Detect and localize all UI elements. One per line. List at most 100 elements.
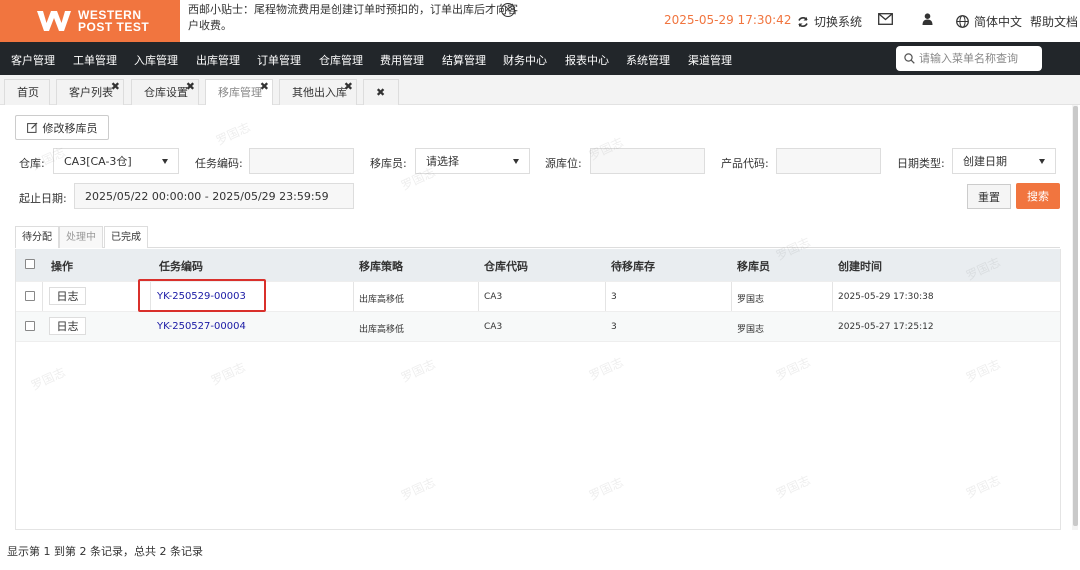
log-button[interactable]: 日志 (49, 287, 86, 305)
mover-value: 请选择 (426, 155, 459, 168)
nav-item[interactable]: 费用管理 (380, 52, 424, 68)
nav-item[interactable]: 仓库管理 (319, 52, 363, 68)
warehouse-select[interactable]: CA3[CA-3仓] (53, 148, 179, 174)
current-datetime: 2025-05-29 17:30:42 (664, 13, 792, 27)
status-tabs: 待分配 处理中 已完成 (15, 226, 1060, 248)
mover-label: 移库员: (370, 157, 407, 170)
close-icon[interactable]: ✖ (186, 74, 195, 100)
task-code-input[interactable] (249, 148, 354, 174)
close-all-tabs-icon[interactable]: ✖ (363, 79, 399, 105)
pending-cell: 3 (611, 292, 617, 302)
row-checkbox[interactable] (25, 321, 35, 331)
product-code-input[interactable] (776, 148, 881, 174)
warehouse-value: CA3[CA-3仓] (64, 155, 132, 168)
strategy-cell: 出库高移低 (359, 295, 405, 305)
caret-down-icon (1039, 159, 1045, 164)
highlight-box (138, 279, 266, 312)
nav-item[interactable]: 渠道管理 (688, 52, 732, 68)
product-code-label: 产品代码: (721, 157, 769, 170)
status-tab-processing[interactable]: 处理中 (59, 226, 103, 248)
col-header[interactable]: 仓库代码 (484, 258, 528, 274)
reset-button[interactable]: 重置 (967, 184, 1011, 209)
mover-select[interactable]: 请选择 (415, 148, 530, 174)
tab-other-inout[interactable]: 其他出入库 ✖ (279, 79, 357, 105)
watermark: 罗国志 (213, 119, 253, 148)
source-location-input[interactable] (590, 148, 705, 174)
date-type-label: 日期类型: (897, 157, 945, 170)
language-label: 简体中文 (974, 15, 1023, 29)
page-tabs: 首页 客户列表 ✖ 仓库设置 ✖ 移库管理 ✖ 其他出入库 ✖ ✖ (0, 75, 1080, 105)
tab-label: 移库管理 (218, 86, 262, 99)
row-checkbox[interactable] (25, 291, 35, 301)
date-range-input[interactable]: 2025/05/22 00:00:00 - 2025/05/29 23:59:5… (74, 183, 354, 209)
log-button[interactable]: 日志 (49, 317, 86, 335)
menu-search-input[interactable] (919, 52, 1039, 65)
logo-line2: POST TEST (78, 20, 150, 34)
search-button[interactable]: 搜索 (1016, 183, 1060, 209)
col-header: 操作 (51, 260, 73, 273)
mover-cell: 罗国志 (737, 295, 765, 305)
language-switch[interactable]: 简体中文 (956, 13, 1022, 30)
nav-item[interactable]: 订单管理 (257, 52, 301, 68)
nav-item[interactable]: 入库管理 (134, 52, 178, 68)
task-code-link[interactable]: YK-250527-00004 (157, 321, 246, 332)
app-header: WESTERN POST TEST 西邮小贴士：尾程物流费用是创建订单时预扣的，… (0, 0, 1080, 42)
nav-item[interactable]: 结算管理 (442, 52, 486, 68)
status-tab-completed[interactable]: 已完成 (104, 226, 148, 248)
nav-item[interactable]: 系统管理 (626, 52, 670, 68)
caret-down-icon (513, 159, 519, 164)
close-icon[interactable]: ✕ (501, 3, 515, 17)
switch-system-link[interactable]: 切换系统 (797, 13, 862, 30)
help-docs-label: 帮助文档 (1030, 15, 1079, 29)
pending-cell: 3 (611, 322, 617, 332)
tab-transfer-management[interactable]: 移库管理 ✖ (205, 79, 273, 105)
date-range-value: 2025/05/22 00:00:00 - 2025/05/29 23:59:5… (85, 189, 329, 203)
date-type-select[interactable]: 创建日期 (952, 148, 1056, 174)
tab-label: 客户列表 (69, 86, 113, 99)
pagination-summary: 显示第 1 到第 2 条记录，总共 2 条记录 (7, 545, 203, 558)
strategy-cell: 出库高移低 (359, 325, 405, 335)
tab-warehouse-settings[interactable]: 仓库设置 ✖ (131, 79, 199, 105)
col-header[interactable]: 移库策略 (359, 258, 403, 274)
table-row[interactable]: 日志 YK-250527-00004 出库高移低 CA3 3 罗国志 2025-… (16, 311, 1060, 341)
help-docs-link[interactable]: 帮助文档 (1030, 13, 1078, 30)
nav-item[interactable]: 工单管理 (73, 52, 117, 68)
nav-item[interactable]: 财务中心 (503, 52, 547, 68)
tab-home[interactable]: 首页 (4, 79, 50, 105)
tab-label: 其他出入库 (292, 86, 347, 99)
created-cell: 2025-05-27 17:25:12 (838, 322, 934, 332)
menu-search[interactable] (896, 46, 1042, 71)
col-header[interactable]: 创建时间 (838, 258, 882, 274)
created-cell: 2025-05-29 17:30:38 (838, 292, 934, 302)
logo[interactable]: WESTERN POST TEST (0, 0, 180, 42)
col-header[interactable]: 待移库存 (611, 258, 655, 274)
close-icon[interactable]: ✖ (344, 74, 353, 100)
nav-item[interactable]: 出库管理 (196, 52, 240, 68)
nav-item[interactable]: 客户管理 (11, 52, 55, 68)
modify-mover-label: 修改移库员 (42, 121, 98, 135)
search-icon (904, 53, 915, 64)
modify-mover-button[interactable]: 修改移库员 (15, 115, 109, 140)
mail-icon[interactable] (878, 13, 893, 25)
status-tab-unassigned[interactable]: 待分配 (15, 226, 59, 248)
caret-down-icon (162, 159, 168, 164)
date-range-label: 起止日期: (19, 192, 67, 205)
col-header[interactable]: 移库员 (737, 258, 770, 274)
main-nav: 客户管理 工单管理 入库管理 出库管理 订单管理 仓库管理 费用管理 结算管理 … (0, 42, 1080, 75)
date-type-value: 创建日期 (963, 155, 1007, 168)
tab-customer-list[interactable]: 客户列表 ✖ (56, 79, 124, 105)
tip-message: 西邮小贴士：尾程物流费用是创建订单时预扣的，订单出库后才向客户收费。 (188, 3, 518, 32)
close-icon[interactable]: ✖ (260, 74, 269, 100)
scrollbar-thumb[interactable] (1073, 106, 1078, 526)
user-icon[interactable] (922, 13, 933, 25)
globe-icon (956, 15, 969, 28)
edit-icon (26, 122, 37, 133)
logo-w-icon (36, 8, 72, 34)
nav-item[interactable]: 报表中心 (565, 52, 609, 68)
source-location-label: 源库位: (545, 157, 582, 170)
close-icon[interactable]: ✖ (111, 74, 120, 100)
col-header[interactable]: 任务编码 (159, 258, 203, 274)
switch-system-label: 切换系统 (814, 15, 863, 29)
select-all-checkbox[interactable] (25, 259, 35, 269)
tab-label: 首页 (17, 86, 39, 99)
